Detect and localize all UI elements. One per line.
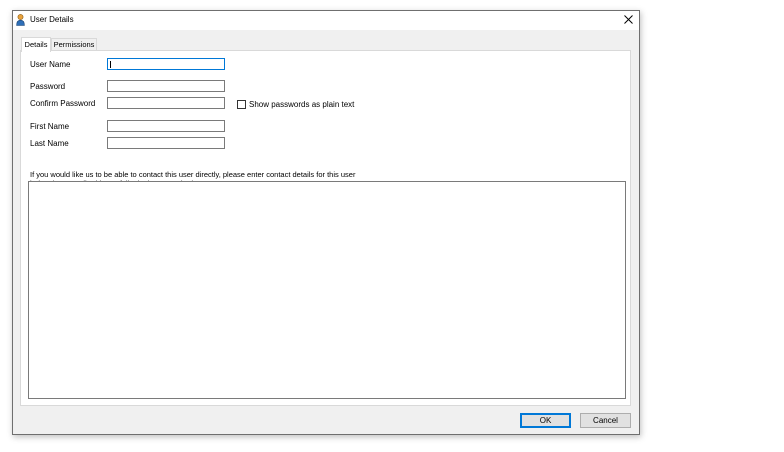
first-name-field[interactable]	[107, 120, 225, 132]
password-field[interactable]	[107, 80, 225, 92]
confirm-password-label: Confirm Password	[30, 99, 96, 108]
contact-details-textarea[interactable]	[28, 181, 626, 399]
last-name-label: Last Name	[30, 139, 69, 148]
close-button[interactable]	[617, 11, 639, 30]
text-caret	[110, 61, 111, 68]
user-details-dialog: User Details Details Permissions User Na…	[12, 10, 640, 435]
details-panel: User Name Password Confirm Password Show…	[20, 50, 631, 406]
show-passwords-checkbox[interactable]	[237, 100, 246, 109]
title-bar[interactable]: User Details	[13, 11, 639, 30]
last-name-field[interactable]	[107, 137, 225, 149]
cancel-button[interactable]: Cancel	[580, 413, 631, 428]
user-icon	[16, 14, 25, 26]
first-name-label: First Name	[30, 122, 70, 131]
username-label: User Name	[30, 60, 71, 69]
tab-details[interactable]: Details	[21, 37, 51, 52]
close-icon	[623, 15, 633, 26]
show-passwords-label[interactable]: Show passwords as plain text	[249, 100, 354, 109]
password-label: Password	[30, 82, 66, 91]
username-field[interactable]	[107, 58, 225, 70]
window-title: User Details	[30, 15, 74, 24]
confirm-password-field[interactable]	[107, 97, 225, 109]
ok-button[interactable]: OK	[520, 413, 571, 428]
